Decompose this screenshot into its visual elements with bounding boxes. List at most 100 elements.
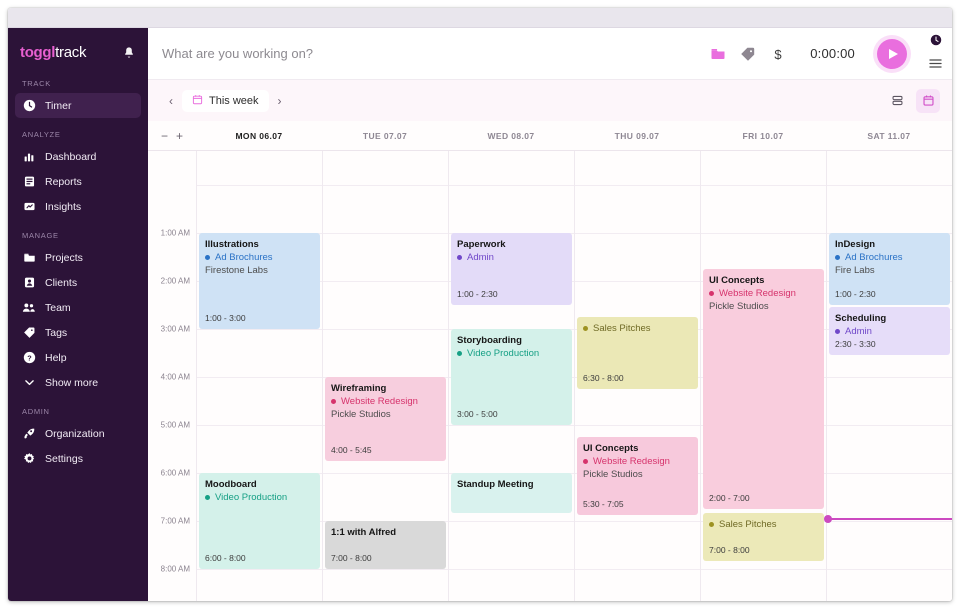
zoom-controls: − + [148, 121, 196, 150]
calendar-view-button[interactable] [916, 88, 940, 113]
event-title: 1:1 with Alfred [331, 527, 397, 538]
calendar-event[interactable]: Sales Pitches 6:30 - 8:00 [577, 317, 698, 389]
sidebar-item-clients[interactable]: Clients [15, 270, 141, 295]
event-time-range: 7:00 - 8:00 [331, 553, 372, 563]
brand-secondary: track [55, 44, 87, 61]
calendar-event[interactable]: Sales Pitches 7:00 - 8:00 [703, 513, 824, 561]
hour-gridline [575, 425, 700, 426]
topbar-right-stack [929, 33, 942, 74]
time-label-5: 6:00 AM [160, 468, 190, 478]
sidebar-item-settings[interactable]: Settings [15, 446, 141, 471]
event-time-range: 2:00 - 7:00 [709, 493, 750, 503]
calendar-event[interactable]: Wireframing Website Redesign Pickle Studio… [325, 377, 446, 461]
hour-gridline [323, 473, 448, 474]
calendar-toolbar: ‹ This week › [148, 80, 952, 121]
project-color-dot [835, 329, 840, 334]
project-color-dot [835, 255, 840, 260]
hour-gridline [701, 185, 826, 186]
day-columns: Illustrations Ad Brochures Firestone Labs 1… [196, 151, 952, 601]
sidebar-item-label: Show more [45, 376, 99, 389]
time-label-0: 1:00 AM [160, 228, 190, 238]
list-view-button[interactable] [885, 89, 909, 113]
event-client: Pickle Studios [709, 301, 769, 312]
zoom-in-button[interactable]: + [176, 129, 183, 143]
next-week-button[interactable]: › [271, 92, 289, 110]
current-time-dot [824, 515, 832, 523]
project-folder-icon[interactable] [710, 46, 726, 62]
sidebar-section-analyze: ANALYZE [22, 130, 61, 139]
tag-icon[interactable] [740, 46, 756, 62]
calendar-event[interactable]: Moodboard Video Production 6:00 - 8:00 [199, 473, 320, 569]
window-titlebar [8, 8, 952, 28]
chevron-down-icon [22, 376, 36, 390]
hour-gridline [449, 185, 574, 186]
sidebar-item-help[interactable]: ? Help [15, 345, 141, 370]
day-column-1[interactable]: Wireframing Website Redesign Pickle Studio… [322, 151, 448, 601]
event-title: InDesign [835, 239, 876, 250]
hour-gridline [827, 425, 952, 426]
day-header-4[interactable]: FRI 10.07 [700, 121, 826, 150]
event-project-label: Video Production [467, 348, 540, 359]
hour-gridline [827, 377, 952, 378]
event-client: Pickle Studios [583, 469, 643, 480]
date-range-label: This week [209, 94, 259, 107]
sidebar-item-label: Settings [45, 452, 83, 465]
history-clock-icon[interactable] [930, 33, 942, 51]
project-color-dot [457, 351, 462, 356]
menu-hamburger-icon[interactable] [929, 56, 942, 74]
event-project-label: Admin [467, 252, 494, 263]
day-header-2[interactable]: WED 08.07 [448, 121, 574, 150]
date-range-selector[interactable]: This week [182, 89, 269, 112]
calendar-event[interactable]: Storyboarding Video Production 3:00 - 5:00 [451, 329, 572, 425]
sidebar-item-timer[interactable]: Timer [15, 93, 141, 118]
event-project: Admin [835, 325, 944, 338]
zoom-out-button[interactable]: − [161, 129, 168, 143]
day-column-3[interactable]: Sales Pitches 6:30 - 8:00 UI Concepts Websi… [574, 151, 700, 601]
sidebar-item-dashboard[interactable]: Dashboard [15, 144, 141, 169]
sidebar-item-reports[interactable]: Reports [15, 169, 141, 194]
day-header-3[interactable]: THU 09.07 [574, 121, 700, 150]
calendar-event[interactable]: Scheduling Admin 2:30 - 3:30 [829, 307, 950, 355]
sidebar-item-label: Dashboard [45, 150, 97, 163]
event-project-label: Ad Brochures [845, 252, 903, 263]
calendar-event[interactable]: UI Concepts Website Redesign Pickle Studio… [703, 269, 824, 509]
calendar-event[interactable]: InDesign Ad Brochures Fire Labs 1:00 - 2:30 [829, 233, 950, 305]
calendar-event[interactable]: 1:1 with Alfred 7:00 - 8:00 [325, 521, 446, 569]
calendar-event[interactable]: Illustrations Ad Brochures Firestone Labs 1… [199, 233, 320, 329]
folder-icon [22, 251, 36, 265]
calendar-event[interactable]: UI Concepts Website Redesign Pickle Studio… [577, 437, 698, 515]
app-logo: toggltrack [20, 44, 86, 61]
sidebar-item-projects[interactable]: Projects [15, 245, 141, 270]
sidebar-item-show-more[interactable]: Show more [15, 370, 141, 395]
calendar-event[interactable]: Standup Meeting [451, 473, 572, 513]
sidebar-item-label: Reports [45, 175, 82, 188]
day-column-0[interactable]: Illustrations Ad Brochures Firestone Labs 1… [196, 151, 322, 601]
event-project-label: Ad Brochures [215, 252, 273, 263]
event-client: Pickle Studios [331, 409, 391, 420]
day-column-5[interactable]: InDesign Ad Brochures Fire Labs 1:00 - 2:30… [824, 151, 952, 601]
calendar-event[interactable]: Paperwork Admin 1:00 - 2:30 [451, 233, 572, 305]
event-title: Storyboarding [457, 335, 522, 346]
sidebar-item-tags[interactable]: Tags [15, 320, 141, 345]
notification-bell-icon[interactable] [122, 46, 136, 60]
day-header-1[interactable]: TUE 07.07 [322, 121, 448, 150]
event-project: Website Redesign [709, 287, 818, 300]
day-header-5[interactable]: SAT 11.07 [826, 121, 952, 150]
prev-week-button[interactable]: ‹ [162, 92, 180, 110]
event-time-range: 3:00 - 5:00 [457, 409, 498, 419]
calendar-icon [192, 94, 203, 108]
day-column-2[interactable]: Paperwork Admin 1:00 - 2:30 Storyboarding Vi… [448, 151, 574, 601]
day-header-0[interactable]: MON 06.07 [196, 121, 322, 150]
sidebar-item-insights[interactable]: Insights [15, 194, 141, 219]
sidebar-item-label: Timer [45, 99, 72, 112]
sidebar-item-label: Team [45, 301, 71, 314]
billable-dollar-icon[interactable]: $ [770, 46, 786, 62]
event-project-label: Website Redesign [341, 396, 418, 407]
sidebar-item-team[interactable]: Team [15, 295, 141, 320]
task-description-input[interactable] [162, 46, 711, 61]
clock-icon [22, 99, 36, 113]
day-column-4[interactable]: UI Concepts Website Redesign Pickle Studio… [700, 151, 826, 601]
event-project: Ad Brochures [835, 251, 944, 264]
start-timer-button[interactable] [877, 38, 907, 69]
sidebar-item-organization[interactable]: Organization [15, 421, 141, 446]
